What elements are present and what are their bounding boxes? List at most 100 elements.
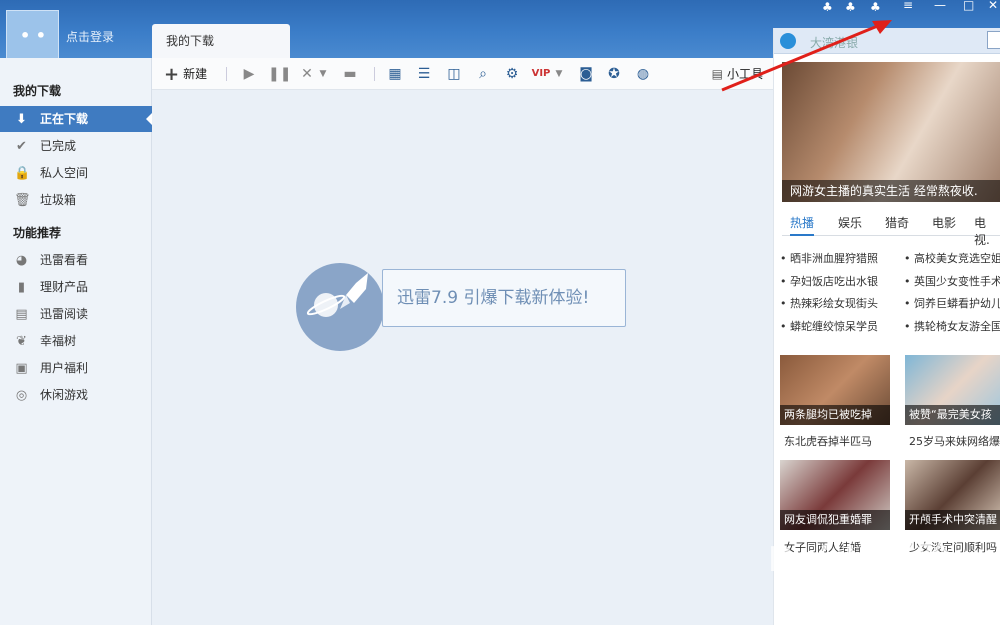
tv-icon: ◕ — [15, 253, 28, 268]
sidebar-item-games[interactable]: ◎ 休闲游戏 — [0, 382, 152, 408]
thumbnail-title[interactable]: 东北虎吞掉半匹马 — [784, 433, 894, 449]
book-icon: ▤ — [15, 307, 28, 322]
list-item[interactable]: • 孕妇饭店吃出水银 — [780, 273, 890, 289]
list-item[interactable]: • 晒非洲血腥狩猎照 — [780, 250, 890, 266]
sidebar-item-reading[interactable]: ▤ 迅雷阅读 — [0, 301, 152, 327]
vip-icon[interactable]: VIP — [530, 64, 552, 84]
section-my-downloads: 我的下载 — [13, 84, 62, 98]
tab-curious[interactable]: 猎奇 — [885, 214, 909, 231]
toolbox-icon: ▤ — [711, 67, 723, 81]
play-icon[interactable]: ▶ — [240, 64, 258, 84]
tab-hot[interactable]: 热播 — [790, 214, 815, 236]
sidebar-item-tree[interactable]: ❦ 幸福树 — [0, 328, 152, 354]
gamepad-icon[interactable]: ◙ — [576, 64, 596, 84]
sidebar-item-label: 私人空间 — [40, 166, 89, 180]
download-icon: ⬇ — [16, 112, 27, 127]
delete-icon[interactable]: ✕ — [298, 64, 316, 84]
sidebar-item-finance[interactable]: ▮ 理财产品 — [0, 274, 152, 300]
tools-button[interactable]: ▤ 小工具 — [712, 64, 763, 84]
promo-banner[interactable]: 迅雷7.9 引爆下载新体验! — [296, 263, 626, 351]
thumbnail[interactable]: 网友调侃犯重婚罪 — [780, 460, 890, 530]
new-task-label: 新建 — [183, 67, 208, 81]
tools-label: 小工具 — [726, 67, 763, 81]
search-button[interactable] — [987, 31, 1000, 49]
thumbnail-caption: 被赞“最完美女孩 — [905, 405, 1000, 425]
sidebar-item-trash[interactable]: 🗑 垃圾箱 — [0, 187, 152, 213]
trash-icon: 🗑 — [14, 193, 31, 208]
sidebar-item-welfare[interactable]: ▣ 用户福利 — [0, 355, 152, 381]
thumbnail-caption: 网友调侃犯重婚罪 — [780, 510, 890, 530]
divider — [226, 67, 227, 81]
tab-my-downloads[interactable]: 我的下载 — [152, 24, 290, 58]
promo-text: 迅雷7.9 引爆下载新体验! — [382, 269, 626, 327]
baidu-watermark-url: jingyan.baidu.com — [785, 582, 905, 597]
list-item[interactable]: • 英国少女变性手术 — [904, 273, 1000, 289]
sidebar-item-label: 迅雷阅读 — [40, 307, 89, 321]
download-list-area: + 新建 ▶ ❚❚ ✕ ▼ ▬ ▦ ☰ ◫ ⌕ ⚙ VIP ▼ ◙ ✪ ◍ ▤ 小工… — [152, 58, 773, 625]
search-bar[interactable]: 大湾港银 — [774, 28, 1000, 54]
rocket-icon — [296, 263, 384, 351]
sidebar-item-label: 幸福树 — [40, 334, 77, 348]
priority-icon[interactable]: ◫ — [445, 64, 463, 84]
minimize-icon[interactable]: — — [934, 0, 946, 12]
thumbnail[interactable]: 开颅手术中突清醒 — [905, 460, 1000, 530]
toolbar: + 新建 ▶ ❚❚ ✕ ▼ ▬ ▦ ☰ ◫ ⌕ ⚙ VIP ▼ ◙ ✪ ◍ ▤ 小工… — [152, 58, 773, 90]
baidu-watermark: Baidu经验 — [768, 540, 953, 580]
sidebar-item-label: 理财产品 — [40, 280, 89, 294]
hero-caption: 网游女主播的真实生活 经常熬夜收. — [782, 180, 1000, 202]
check-icon: ✔ — [16, 139, 27, 154]
sidebar-item-kankan[interactable]: ◕ 迅雷看看 — [0, 247, 152, 273]
shield-logo-icon — [780, 33, 796, 49]
tab-entertainment[interactable]: 娱乐 — [838, 214, 862, 231]
close-icon[interactable]: ✕ — [988, 0, 998, 12]
skin-icon[interactable]: ♣ — [845, 0, 856, 14]
coins-icon: ▮ — [17, 280, 26, 295]
sidebar-item-label: 已完成 — [40, 139, 77, 153]
search-placeholder: 大湾港银 — [810, 36, 859, 50]
list-item[interactable]: • 饲养巨蟒看护幼儿 — [904, 295, 1000, 311]
avatar[interactable]: • •― — [6, 10, 59, 71]
menu-icon[interactable]: ≡ — [903, 0, 913, 12]
tab-movie[interactable]: 电影 — [932, 214, 956, 231]
smiley-icon: • •― — [19, 26, 47, 71]
sidebar-item-label: 休闲游戏 — [40, 388, 89, 402]
search-icon[interactable]: ⌕ — [474, 64, 492, 84]
divider — [374, 67, 375, 81]
news-tabs: 热播 娱乐 猎奇 电影 电视. — [782, 214, 1000, 247]
thumbnail-title[interactable]: 25岁马来妹网络爆红 — [909, 433, 1000, 449]
thumbnail[interactable]: 被赞“最完美女孩 — [905, 355, 1000, 425]
new-task-button[interactable]: + 新建 — [164, 64, 208, 85]
film-icon[interactable]: ✪ — [605, 64, 623, 84]
thumbnail-caption: 两条腿均已被吃掉 — [780, 405, 890, 425]
maximize-icon[interactable]: □ — [963, 0, 974, 12]
list-item[interactable]: • 热辣彩绘女现街头 — [780, 295, 890, 311]
list-item[interactable]: • 蟒蛇缠绞惊呆学员 — [780, 318, 890, 334]
rocket-graphic — [306, 273, 368, 317]
sidebar-item-private[interactable]: 🔒 私人空间 — [0, 160, 152, 186]
chevron-down-icon[interactable]: ▼ — [318, 64, 328, 84]
hero-image[interactable]: 网游女主播的真实生活 经常熬夜收. — [782, 62, 1000, 202]
sidebar-item-downloading[interactable]: ⬇ 正在下载 — [0, 106, 152, 132]
chevron-down-icon[interactable]: ▼ — [554, 64, 564, 84]
list-item[interactable]: • 高校美女竞选空姐 — [904, 250, 1000, 266]
globe-icon[interactable]: ◍ — [634, 64, 652, 84]
folder-icon[interactable]: ▬ — [340, 64, 360, 84]
sidebar-item-label: 迅雷看看 — [40, 253, 89, 267]
skin-icon[interactable]: ♣ — [822, 0, 833, 14]
gear-icon[interactable]: ⚙ — [503, 64, 521, 84]
sidebar-item-label: 用户福利 — [40, 361, 89, 375]
tab-tv[interactable]: 电视. — [974, 214, 1000, 248]
thumbnail[interactable]: 两条腿均已被吃掉 — [780, 355, 890, 425]
leaf-icon: ❦ — [16, 334, 27, 349]
thumbnail-caption: 开颅手术中突清醒 — [905, 510, 1000, 530]
sort-icon[interactable]: ☰ — [415, 64, 433, 84]
login-link[interactable]: 点击登录 — [66, 28, 114, 45]
skin-icon[interactable]: ♣ — [870, 0, 881, 14]
sidebar-item-completed[interactable]: ✔ 已完成 — [0, 133, 152, 159]
lock-icon: 🔒 — [14, 166, 31, 181]
gift-icon: ▣ — [15, 361, 28, 376]
grid-view-icon[interactable]: ▦ — [386, 64, 404, 84]
plus-icon: + — [164, 64, 180, 85]
list-item[interactable]: • 携轮椅女友游全国 — [904, 318, 1000, 334]
pause-icon[interactable]: ❚❚ — [268, 64, 291, 84]
